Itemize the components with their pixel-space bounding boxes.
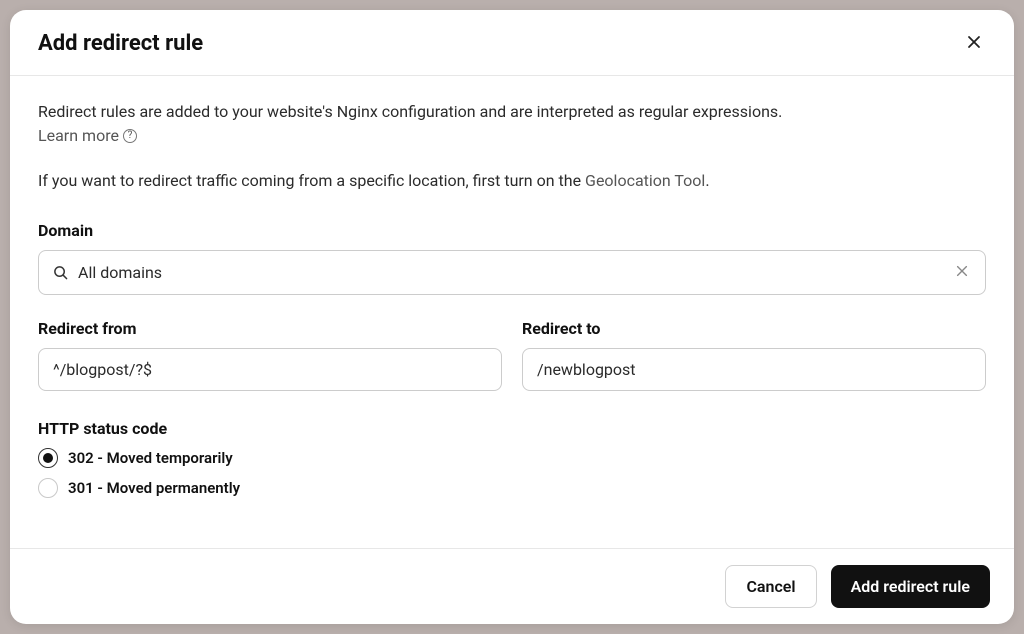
domain-select[interactable]: All domains [38, 250, 986, 295]
search-icon [53, 265, 68, 280]
modal-body: Redirect rules are added to your website… [10, 76, 1014, 548]
close-icon [966, 34, 982, 53]
modal-title: Add redirect rule [38, 31, 203, 56]
radio-301-label: 301 - Moved permanently [68, 479, 240, 497]
domain-value: All domains [78, 263, 953, 282]
geolocation-text: If you want to redirect traffic coming f… [38, 169, 986, 193]
status-code-label: HTTP status code [38, 419, 986, 438]
redirect-to-label: Redirect to [522, 319, 986, 338]
add-redirect-modal: Add redirect rule Redirect rules are add… [10, 10, 1014, 624]
redirect-from-group: Redirect from [38, 319, 502, 391]
radio-302-label: 302 - Moved temporarily [68, 449, 233, 467]
learn-more-link[interactable]: Learn more ? [38, 126, 137, 145]
learn-more-label: Learn more [38, 126, 119, 145]
cancel-button[interactable]: Cancel [725, 565, 816, 608]
radio-unselected-icon [38, 478, 58, 498]
domain-label: Domain [38, 221, 986, 240]
close-button[interactable] [962, 30, 986, 57]
radio-302[interactable]: 302 - Moved temporarily [38, 448, 986, 468]
redirect-to-input[interactable] [522, 348, 986, 391]
modal-header: Add redirect rule [10, 10, 1014, 76]
add-redirect-button[interactable]: Add redirect rule [831, 565, 990, 608]
redirect-from-input[interactable] [38, 348, 502, 391]
clear-icon [955, 264, 969, 281]
modal-footer: Cancel Add redirect rule [10, 548, 1014, 624]
redirect-to-group: Redirect to [522, 319, 986, 391]
redirect-from-label: Redirect from [38, 319, 502, 338]
domain-field-group: Domain All domains [38, 221, 986, 295]
status-code-group: HTTP status code 302 - Moved temporarily… [38, 419, 986, 498]
radio-301[interactable]: 301 - Moved permanently [38, 478, 986, 498]
description-text: Redirect rules are added to your website… [38, 100, 986, 124]
geo-suffix: . [705, 171, 709, 190]
help-icon: ? [123, 129, 137, 143]
geolocation-tool-link[interactable]: Geolocation Tool [585, 171, 705, 190]
geo-prefix: If you want to redirect traffic coming f… [38, 171, 585, 190]
radio-selected-icon [38, 448, 58, 468]
clear-domain-button[interactable] [953, 262, 971, 283]
redirect-row: Redirect from Redirect to [38, 319, 986, 391]
